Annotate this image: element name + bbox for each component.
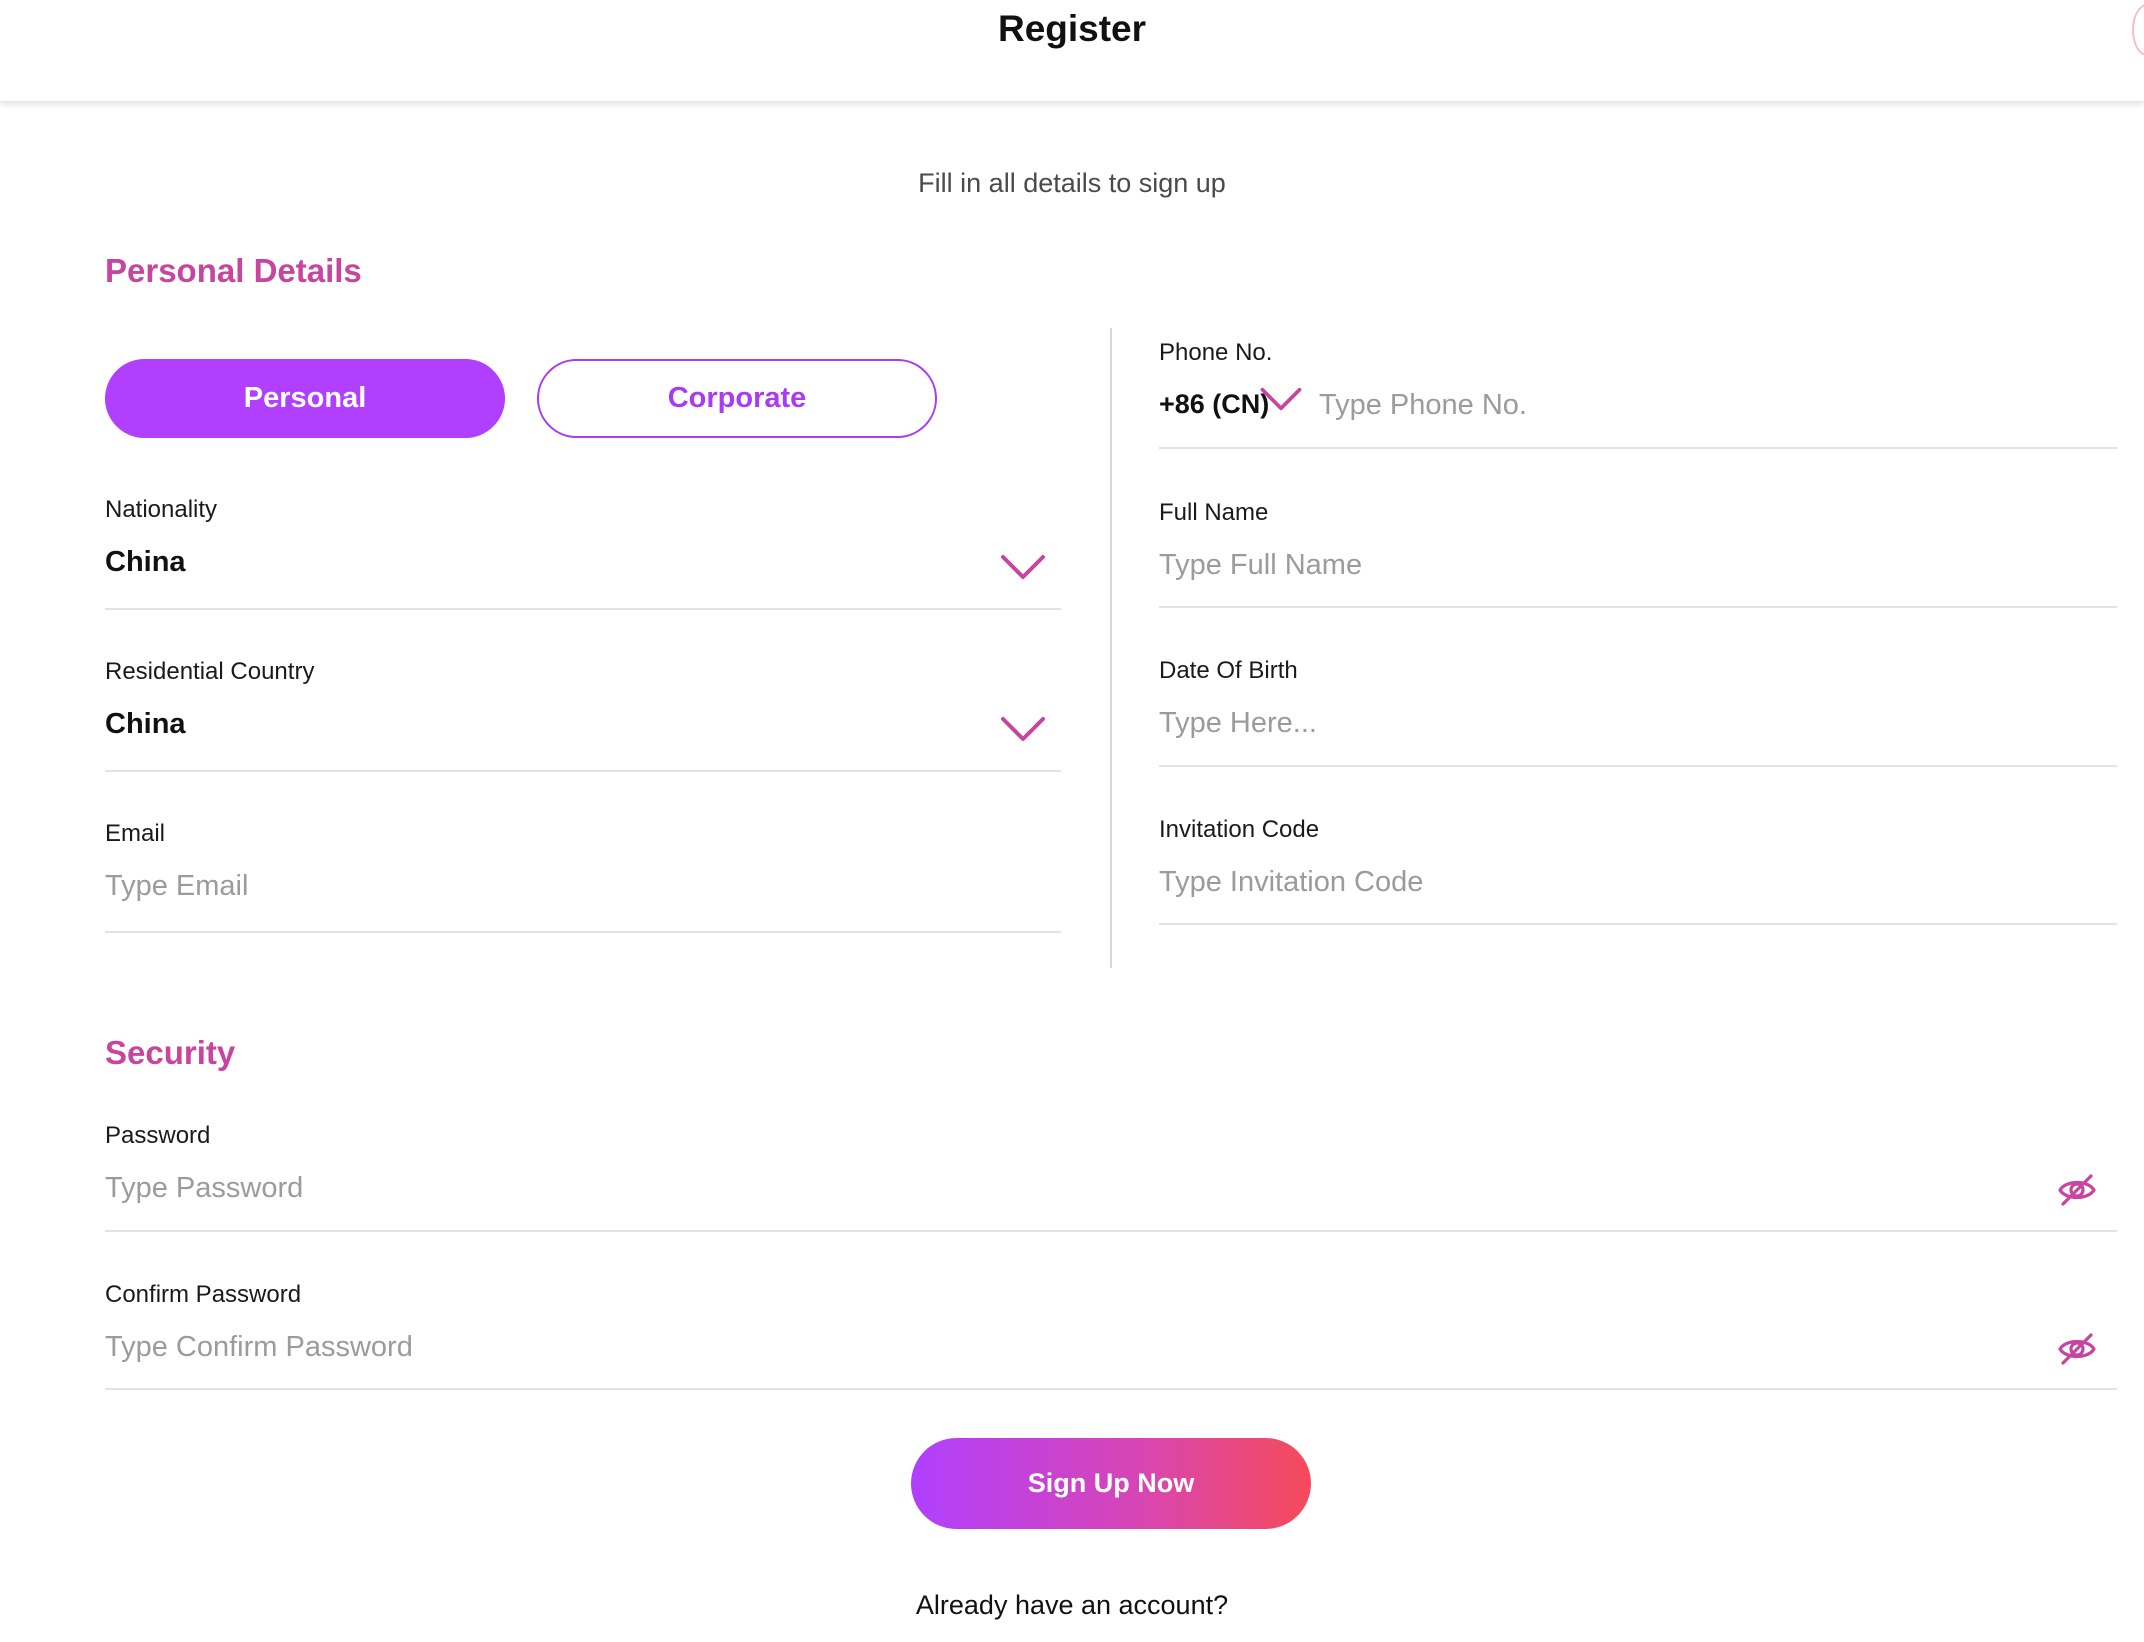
invitation-code-input[interactable]: Type Invitation Code bbox=[1159, 866, 1423, 899]
date-of-birth-label: Date Of Birth bbox=[1159, 657, 1298, 684]
sign-up-button[interactable]: Sign Up Now bbox=[911, 1438, 1311, 1529]
phone-field[interactable]: Phone No. +86 (CN) Type Phone No. bbox=[1159, 339, 2117, 451]
security-heading: Security bbox=[105, 1034, 236, 1071]
password-underline bbox=[105, 1230, 2117, 1232]
email-field[interactable]: Email Type Email bbox=[105, 820, 1061, 935]
confirm-password-input[interactable]: Type Confirm Password bbox=[105, 1331, 413, 1364]
phone-input[interactable]: Type Phone No. bbox=[1319, 389, 1527, 422]
nationality-underline bbox=[105, 608, 1061, 610]
confirm-password-label: Confirm Password bbox=[105, 1281, 302, 1308]
invitation-code-field[interactable]: Invitation Code Type Invitation Code bbox=[1159, 816, 2117, 928]
chevron-down-icon[interactable] bbox=[1000, 553, 1046, 581]
residential-country-value: China bbox=[105, 708, 186, 740]
personal-details-heading: Personal Details bbox=[105, 252, 362, 289]
full-name-underline bbox=[1159, 606, 2117, 608]
email-underline bbox=[105, 931, 1061, 933]
country-code-select[interactable]: +86 (CN) bbox=[1159, 389, 1269, 420]
invitation-code-label: Invitation Code bbox=[1159, 816, 1320, 843]
full-name-input[interactable]: Type Full Name bbox=[1159, 549, 1362, 582]
header-bar: Register bbox=[0, 0, 2144, 102]
corporate-toggle-button[interactable]: Corporate bbox=[537, 359, 937, 438]
nationality-value: China bbox=[105, 546, 186, 578]
password-input[interactable]: Type Password bbox=[105, 1172, 303, 1205]
date-of-birth-input[interactable]: Type Here... bbox=[1159, 707, 1317, 740]
phone-underline bbox=[1159, 447, 2117, 449]
date-of-birth-underline bbox=[1159, 765, 2117, 767]
page-title: Register bbox=[997, 8, 1147, 49]
password-field[interactable]: Password Type Password bbox=[105, 1122, 2117, 1234]
confirm-password-field[interactable]: Confirm Password Type Confirm Password bbox=[105, 1281, 2117, 1393]
invitation-code-underline bbox=[1159, 923, 2117, 925]
email-input[interactable]: Type Email bbox=[105, 870, 248, 903]
email-label: Email bbox=[105, 820, 166, 847]
chevron-down-icon[interactable] bbox=[1259, 386, 1303, 412]
page-subtitle: Fill in all details to sign up bbox=[918, 168, 1226, 198]
nationality-select[interactable]: Nationality China bbox=[105, 496, 1061, 611]
eye-off-icon[interactable] bbox=[2057, 1329, 2097, 1369]
register-page: Register Fill in all details to sign up … bbox=[0, 0, 2144, 1642]
confirm-password-underline bbox=[105, 1388, 2117, 1390]
chevron-down-icon[interactable] bbox=[1000, 715, 1046, 743]
eye-off-icon[interactable] bbox=[2057, 1170, 2097, 1210]
password-label: Password bbox=[105, 1122, 211, 1149]
personal-toggle-button[interactable]: Personal bbox=[105, 359, 505, 438]
column-divider bbox=[1110, 328, 1112, 968]
residential-country-label: Residential Country bbox=[105, 658, 315, 685]
phone-label: Phone No. bbox=[1159, 339, 1273, 366]
full-name-field[interactable]: Full Name Type Full Name bbox=[1159, 499, 2117, 611]
date-of-birth-field[interactable]: Date Of Birth Type Here... bbox=[1159, 657, 2117, 769]
full-name-label: Full Name bbox=[1159, 499, 1269, 526]
nationality-label: Nationality bbox=[105, 496, 218, 523]
login-prompt[interactable]: Already have an account? bbox=[0, 1590, 2144, 1621]
residential-country-underline bbox=[105, 770, 1061, 772]
residential-country-select[interactable]: Residential Country China bbox=[105, 658, 1061, 773]
